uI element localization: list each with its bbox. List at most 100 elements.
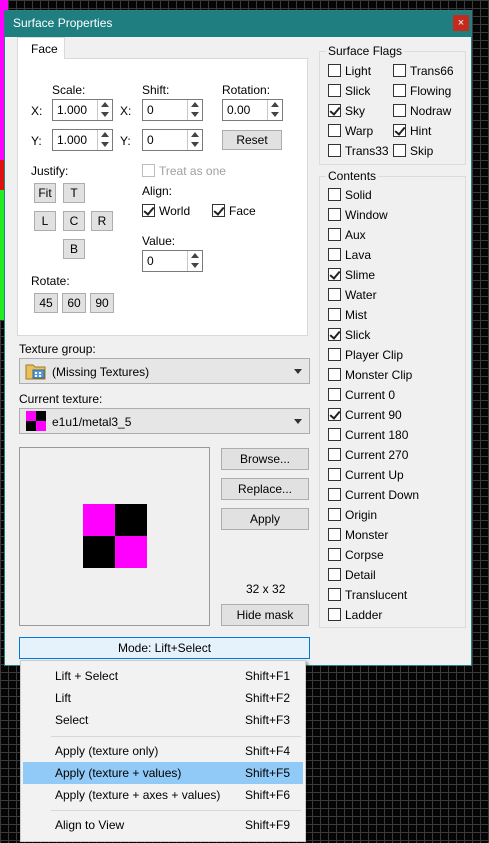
content-ladder-checkbox[interactable] [328, 608, 341, 621]
justify-center-button[interactable]: C [63, 211, 85, 231]
content-aux-checkbox[interactable] [328, 228, 341, 241]
flag-hint-checkbox[interactable] [393, 124, 406, 137]
spin-up-icon [101, 102, 109, 107]
content-window-checkbox[interactable] [328, 208, 341, 221]
menu-item-select[interactable]: Select Shift+F3 [23, 709, 303, 731]
align-world-checkbox[interactable] [142, 204, 155, 217]
scale-y-label: Y: [31, 134, 42, 148]
content-current-up-checkbox[interactable] [328, 468, 341, 481]
close-button[interactable]: × [453, 15, 469, 31]
align-world-label: World [159, 204, 191, 218]
content-origin-checkbox[interactable] [328, 508, 341, 521]
menu-item-apply-texture-values[interactable]: Apply (texture + values) Shift+F5 [23, 762, 303, 784]
content-current-270-label: Current 270 [345, 448, 409, 462]
surface-flags-title: Surface Flags [326, 44, 405, 58]
content-translucent-checkbox[interactable] [328, 588, 341, 601]
flag-hint-label: Hint [410, 124, 432, 138]
align-face-checkbox[interactable] [212, 204, 225, 217]
tab-face[interactable]: Face [17, 37, 65, 59]
menu-item-lift[interactable]: Lift Shift+F2 [23, 687, 303, 709]
rotate-45-button[interactable]: 45 [34, 293, 58, 313]
shift-y-spinner[interactable] [187, 130, 202, 150]
content-monster-clip-checkbox[interactable] [328, 368, 341, 381]
rotation-input[interactable]: 0.00 [222, 99, 283, 121]
content-solid-checkbox[interactable] [328, 188, 341, 201]
shift-x-input[interactable]: 0 [142, 99, 203, 121]
justify-right-button[interactable]: R [91, 211, 113, 231]
flag-nodraw-checkbox[interactable] [393, 104, 406, 117]
value-input[interactable]: 0 [142, 250, 203, 272]
texture-thumbnail-icon [26, 411, 46, 431]
reset-button[interactable]: Reset [222, 130, 282, 150]
rotate-90-button[interactable]: 90 [90, 293, 114, 313]
current-texture-select[interactable]: e1u1/metal3_5 [19, 408, 310, 434]
content-lava-checkbox[interactable] [328, 248, 341, 261]
justify-fit-button[interactable]: Fit [34, 183, 56, 203]
menu-item-align-to-view[interactable]: Align to View Shift+F9 [23, 814, 303, 836]
content-player-clip-checkbox[interactable] [328, 348, 341, 361]
flag-slick-checkbox[interactable] [328, 84, 341, 97]
justify-bottom-button[interactable]: B [63, 239, 85, 259]
justify-label: Justify: [31, 164, 69, 178]
apply-button[interactable]: Apply [221, 508, 309, 530]
replace-button[interactable]: Replace... [221, 478, 309, 500]
hide-mask-button[interactable]: Hide mask [221, 604, 309, 626]
treat-as-one-checkbox[interactable] [142, 164, 155, 177]
content-current-down-checkbox[interactable] [328, 488, 341, 501]
spin-up-icon [191, 102, 199, 107]
content-monster-checkbox[interactable] [328, 528, 341, 541]
content-solid-label: Solid [345, 188, 372, 202]
menu-item-apply-texture-only[interactable]: Apply (texture only) Shift+F4 [23, 740, 303, 762]
justify-left-button[interactable]: L [34, 211, 56, 231]
content-mist-checkbox[interactable] [328, 308, 341, 321]
shift-y-label: Y: [120, 134, 131, 148]
justify-top-button[interactable]: T [63, 183, 85, 203]
flag-trans66-label: Trans66 [410, 64, 454, 78]
scale-y-input[interactable]: 1.000 [52, 129, 113, 151]
flag-flowing-label: Flowing [410, 84, 452, 98]
content-detail-checkbox[interactable] [328, 568, 341, 581]
flag-flowing-checkbox[interactable] [393, 84, 406, 97]
content-current-180-label: Current 180 [345, 428, 409, 442]
flag-nodraw-label: Nodraw [410, 104, 452, 118]
scale-y-spinner[interactable] [97, 130, 112, 150]
texture-group-select[interactable]: (Missing Textures) [19, 358, 310, 384]
menu-item-lift-select[interactable]: Lift + Select Shift+F1 [23, 665, 303, 687]
spin-up-icon [191, 132, 199, 137]
content-monster-clip-label: Monster Clip [345, 368, 413, 382]
menu-item-apply-texture-axes-values[interactable]: Apply (texture + axes + values) Shift+F6 [23, 784, 303, 806]
content-current-270-checkbox[interactable] [328, 448, 341, 461]
flag-skip-checkbox[interactable] [393, 144, 406, 157]
shift-y-input[interactable]: 0 [142, 129, 203, 151]
value-spinner[interactable] [187, 251, 202, 271]
rotate-60-button[interactable]: 60 [62, 293, 86, 313]
flag-trans66-checkbox[interactable] [393, 64, 406, 77]
shift-x-spinner[interactable] [187, 100, 202, 120]
scale-x-input[interactable]: 1.000 [52, 99, 113, 121]
flag-light-checkbox[interactable] [328, 64, 341, 77]
content-slime-checkbox[interactable] [328, 268, 341, 281]
title-bar[interactable]: Surface Properties × [5, 11, 471, 37]
tab-face-label: Face [31, 42, 58, 56]
browse-button[interactable]: Browse... [221, 448, 309, 470]
rotation-label: Rotation: [222, 83, 271, 97]
content-window-label: Window [345, 208, 388, 222]
value-label: Value: [142, 234, 176, 248]
content-origin-label: Origin [345, 508, 378, 522]
menu-separator [51, 736, 301, 737]
flag-slick-label: Slick [345, 84, 371, 98]
rotation-spinner[interactable] [267, 100, 282, 120]
flag-warp-checkbox[interactable] [328, 124, 341, 137]
mode-button[interactable]: Mode: Lift+Select [19, 637, 310, 659]
content-current-180-checkbox[interactable] [328, 428, 341, 441]
content-detail-label: Detail [345, 568, 376, 582]
content-current-90-checkbox[interactable] [328, 408, 341, 421]
flag-sky-checkbox[interactable] [328, 104, 341, 117]
content-corpse-checkbox[interactable] [328, 548, 341, 561]
dialog-title: Surface Properties [13, 16, 113, 30]
scale-x-spinner[interactable] [97, 100, 112, 120]
content-current-0-checkbox[interactable] [328, 388, 341, 401]
flag-trans33-checkbox[interactable] [328, 144, 341, 157]
content-water-checkbox[interactable] [328, 288, 341, 301]
content-slick-checkbox[interactable] [328, 328, 341, 341]
